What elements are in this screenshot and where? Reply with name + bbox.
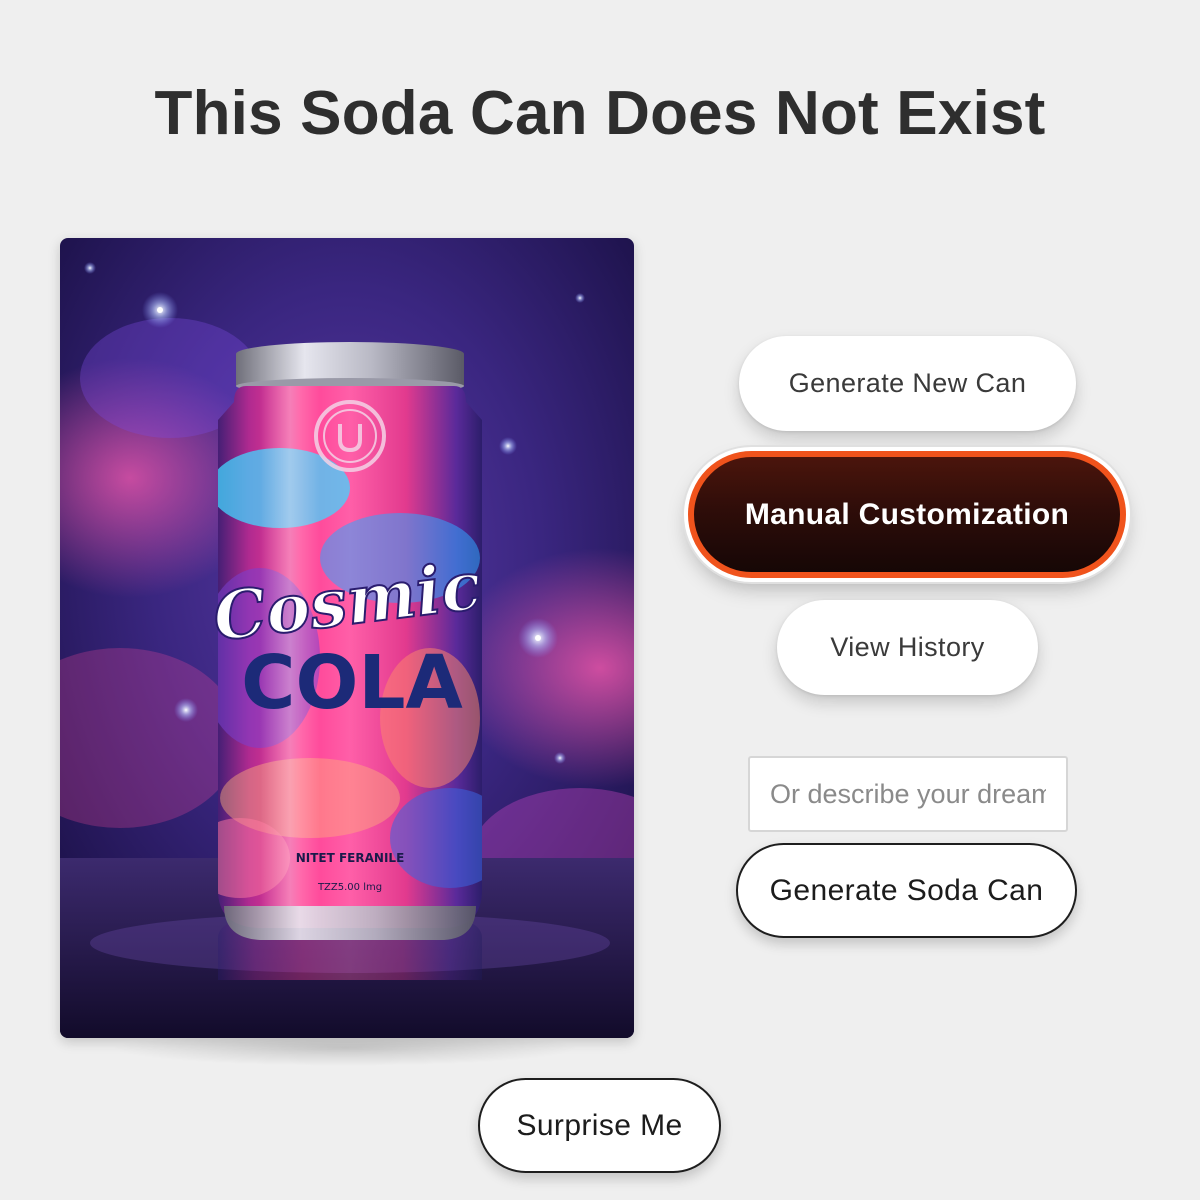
generate-new-can-button[interactable]: Generate New Can (739, 336, 1076, 431)
describe-can-input[interactable] (748, 756, 1068, 832)
can-volume-text: TZZ5.00 lmg (317, 882, 382, 893)
manual-customization-button[interactable]: Manual Customization (688, 451, 1126, 578)
page-title: This Soda Can Does Not Exist (154, 79, 1046, 148)
generate-soda-can-button[interactable]: Generate Soda Can (736, 843, 1077, 938)
surprise-me-button[interactable]: Surprise Me (478, 1078, 721, 1173)
can-small-text: NITET FERANILE (296, 851, 405, 865)
soda-can-image: Cosmic COLA NITET FERANILE TZZ5.00 lmg (60, 238, 634, 1038)
can-brand-line2: COLA (241, 640, 463, 726)
view-history-button[interactable]: View History (777, 600, 1038, 695)
